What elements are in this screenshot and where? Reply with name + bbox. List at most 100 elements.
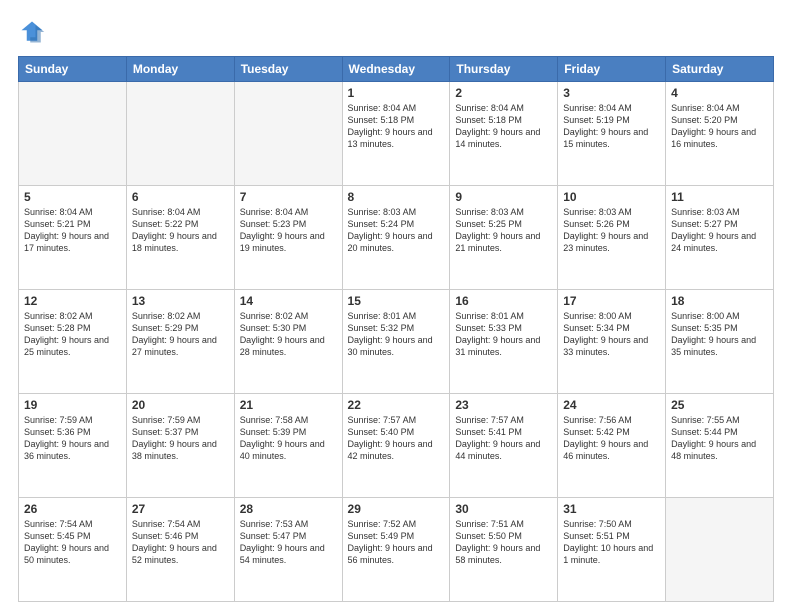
- day-info: Sunrise: 8:03 AM Sunset: 5:27 PM Dayligh…: [671, 206, 768, 255]
- day-number: 9: [455, 190, 552, 204]
- calendar-cell: 31 Sunrise: 7:50 AM Sunset: 5:51 PM Dayli…: [558, 498, 666, 602]
- day-number: 30: [455, 502, 552, 516]
- week-row-3: 19 Sunrise: 7:59 AM Sunset: 5:36 PM Dayli…: [19, 394, 774, 498]
- calendar-cell: 4Sunrise: 8:04 AM Sunset: 5:20 PM Daylig…: [666, 82, 774, 186]
- calendar-cell: 12 Sunrise: 8:02 AM Sunset: 5:28 PM Dayli…: [19, 290, 127, 394]
- calendar-cell: 10 Sunrise: 8:03 AM Sunset: 5:26 PM Dayli…: [558, 186, 666, 290]
- week-row-1: 5 Sunrise: 8:04 AM Sunset: 5:21 PM Daylig…: [19, 186, 774, 290]
- calendar: SundayMondayTuesdayWednesdayThursdayFrid…: [18, 56, 774, 602]
- calendar-cell: 20 Sunrise: 7:59 AM Sunset: 5:37 PM Dayli…: [126, 394, 234, 498]
- day-info: Sunrise: 8:04 AM Sunset: 5:18 PM Dayligh…: [348, 102, 445, 151]
- day-info: Sunrise: 7:58 AM Sunset: 5:39 PM Dayligh…: [240, 414, 337, 463]
- day-number: 27: [132, 502, 229, 516]
- day-info: Sunrise: 8:04 AM Sunset: 5:20 PM Dayligh…: [671, 102, 768, 151]
- calendar-cell: 15 Sunrise: 8:01 AM Sunset: 5:32 PM Dayli…: [342, 290, 450, 394]
- day-info: Sunrise: 8:00 AM Sunset: 5:35 PM Dayligh…: [671, 310, 768, 359]
- logo-icon: [18, 18, 46, 46]
- weekday-header-tuesday: Tuesday: [234, 57, 342, 82]
- calendar-cell: 16 Sunrise: 8:01 AM Sunset: 5:33 PM Dayli…: [450, 290, 558, 394]
- day-info: Sunrise: 7:56 AM Sunset: 5:42 PM Dayligh…: [563, 414, 660, 463]
- day-info: Sunrise: 8:03 AM Sunset: 5:26 PM Dayligh…: [563, 206, 660, 255]
- calendar-cell: 18 Sunrise: 8:00 AM Sunset: 5:35 PM Dayli…: [666, 290, 774, 394]
- day-number: 21: [240, 398, 337, 412]
- day-number: 1: [348, 86, 445, 100]
- calendar-cell: [666, 498, 774, 602]
- day-info: Sunrise: 8:04 AM Sunset: 5:19 PM Dayligh…: [563, 102, 660, 151]
- calendar-cell: 3Sunrise: 8:04 AM Sunset: 5:19 PM Daylig…: [558, 82, 666, 186]
- day-number: 12: [24, 294, 121, 308]
- calendar-cell: 27 Sunrise: 7:54 AM Sunset: 5:46 PM Dayli…: [126, 498, 234, 602]
- calendar-cell: [126, 82, 234, 186]
- weekday-header-sunday: Sunday: [19, 57, 127, 82]
- day-info: Sunrise: 8:04 AM Sunset: 5:21 PM Dayligh…: [24, 206, 121, 255]
- day-info: Sunrise: 7:55 AM Sunset: 5:44 PM Dayligh…: [671, 414, 768, 463]
- day-info: Sunrise: 7:54 AM Sunset: 5:45 PM Dayligh…: [24, 518, 121, 567]
- calendar-cell: 13 Sunrise: 8:02 AM Sunset: 5:29 PM Dayli…: [126, 290, 234, 394]
- day-number: 5: [24, 190, 121, 204]
- weekday-header-wednesday: Wednesday: [342, 57, 450, 82]
- day-number: 11: [671, 190, 768, 204]
- calendar-cell: 7Sunrise: 8:04 AM Sunset: 5:23 PM Daylig…: [234, 186, 342, 290]
- day-info: Sunrise: 8:04 AM Sunset: 5:23 PM Dayligh…: [240, 206, 337, 255]
- day-info: Sunrise: 8:02 AM Sunset: 5:30 PM Dayligh…: [240, 310, 337, 359]
- day-info: Sunrise: 7:59 AM Sunset: 5:37 PM Dayligh…: [132, 414, 229, 463]
- calendar-cell: 30 Sunrise: 7:51 AM Sunset: 5:50 PM Dayli…: [450, 498, 558, 602]
- day-number: 17: [563, 294, 660, 308]
- day-number: 16: [455, 294, 552, 308]
- day-info: Sunrise: 7:57 AM Sunset: 5:40 PM Dayligh…: [348, 414, 445, 463]
- day-info: Sunrise: 7:59 AM Sunset: 5:36 PM Dayligh…: [24, 414, 121, 463]
- day-number: 18: [671, 294, 768, 308]
- calendar-cell: 28 Sunrise: 7:53 AM Sunset: 5:47 PM Dayli…: [234, 498, 342, 602]
- day-number: 13: [132, 294, 229, 308]
- week-row-4: 26 Sunrise: 7:54 AM Sunset: 5:45 PM Dayli…: [19, 498, 774, 602]
- day-info: Sunrise: 7:57 AM Sunset: 5:41 PM Dayligh…: [455, 414, 552, 463]
- day-info: Sunrise: 8:01 AM Sunset: 5:33 PM Dayligh…: [455, 310, 552, 359]
- page: SundayMondayTuesdayWednesdayThursdayFrid…: [0, 0, 792, 612]
- calendar-cell: 22 Sunrise: 7:57 AM Sunset: 5:40 PM Dayli…: [342, 394, 450, 498]
- calendar-cell: 9 Sunrise: 8:03 AM Sunset: 5:25 PM Daylig…: [450, 186, 558, 290]
- day-number: 2: [455, 86, 552, 100]
- day-info: Sunrise: 7:53 AM Sunset: 5:47 PM Dayligh…: [240, 518, 337, 567]
- day-number: 6: [132, 190, 229, 204]
- logo: [18, 18, 50, 46]
- calendar-cell: [19, 82, 127, 186]
- day-number: 25: [671, 398, 768, 412]
- calendar-cell: 5 Sunrise: 8:04 AM Sunset: 5:21 PM Daylig…: [19, 186, 127, 290]
- day-number: 15: [348, 294, 445, 308]
- weekday-header-thursday: Thursday: [450, 57, 558, 82]
- weekday-header-friday: Friday: [558, 57, 666, 82]
- day-info: Sunrise: 8:00 AM Sunset: 5:34 PM Dayligh…: [563, 310, 660, 359]
- calendar-cell: 24Sunrise: 7:56 AM Sunset: 5:42 PM Dayli…: [558, 394, 666, 498]
- day-number: 26: [24, 502, 121, 516]
- day-number: 14: [240, 294, 337, 308]
- calendar-cell: 8Sunrise: 8:03 AM Sunset: 5:24 PM Daylig…: [342, 186, 450, 290]
- day-info: Sunrise: 8:03 AM Sunset: 5:24 PM Dayligh…: [348, 206, 445, 255]
- day-number: 19: [24, 398, 121, 412]
- calendar-cell: 25 Sunrise: 7:55 AM Sunset: 5:44 PM Dayli…: [666, 394, 774, 498]
- day-info: Sunrise: 8:02 AM Sunset: 5:28 PM Dayligh…: [24, 310, 121, 359]
- calendar-cell: 17 Sunrise: 8:00 AM Sunset: 5:34 PM Dayli…: [558, 290, 666, 394]
- weekday-header-monday: Monday: [126, 57, 234, 82]
- calendar-cell: 11 Sunrise: 8:03 AM Sunset: 5:27 PM Dayli…: [666, 186, 774, 290]
- day-number: 31: [563, 502, 660, 516]
- calendar-cell: 14 Sunrise: 8:02 AM Sunset: 5:30 PM Dayli…: [234, 290, 342, 394]
- day-info: Sunrise: 7:50 AM Sunset: 5:51 PM Dayligh…: [563, 518, 660, 567]
- calendar-cell: 21 Sunrise: 7:58 AM Sunset: 5:39 PM Dayli…: [234, 394, 342, 498]
- day-number: 22: [348, 398, 445, 412]
- day-info: Sunrise: 8:02 AM Sunset: 5:29 PM Dayligh…: [132, 310, 229, 359]
- day-number: 28: [240, 502, 337, 516]
- calendar-cell: 1 Sunrise: 8:04 AM Sunset: 5:18 PM Daylig…: [342, 82, 450, 186]
- day-number: 20: [132, 398, 229, 412]
- header: [18, 18, 774, 46]
- calendar-cell: 19 Sunrise: 7:59 AM Sunset: 5:36 PM Dayli…: [19, 394, 127, 498]
- day-number: 10: [563, 190, 660, 204]
- week-row-0: 1 Sunrise: 8:04 AM Sunset: 5:18 PM Daylig…: [19, 82, 774, 186]
- day-info: Sunrise: 8:03 AM Sunset: 5:25 PM Dayligh…: [455, 206, 552, 255]
- day-info: Sunrise: 7:54 AM Sunset: 5:46 PM Dayligh…: [132, 518, 229, 567]
- day-info: Sunrise: 7:51 AM Sunset: 5:50 PM Dayligh…: [455, 518, 552, 567]
- day-info: Sunrise: 8:01 AM Sunset: 5:32 PM Dayligh…: [348, 310, 445, 359]
- calendar-cell: 26 Sunrise: 7:54 AM Sunset: 5:45 PM Dayli…: [19, 498, 127, 602]
- week-row-2: 12 Sunrise: 8:02 AM Sunset: 5:28 PM Dayli…: [19, 290, 774, 394]
- weekday-header-row: SundayMondayTuesdayWednesdayThursdayFrid…: [19, 57, 774, 82]
- day-info: Sunrise: 8:04 AM Sunset: 5:22 PM Dayligh…: [132, 206, 229, 255]
